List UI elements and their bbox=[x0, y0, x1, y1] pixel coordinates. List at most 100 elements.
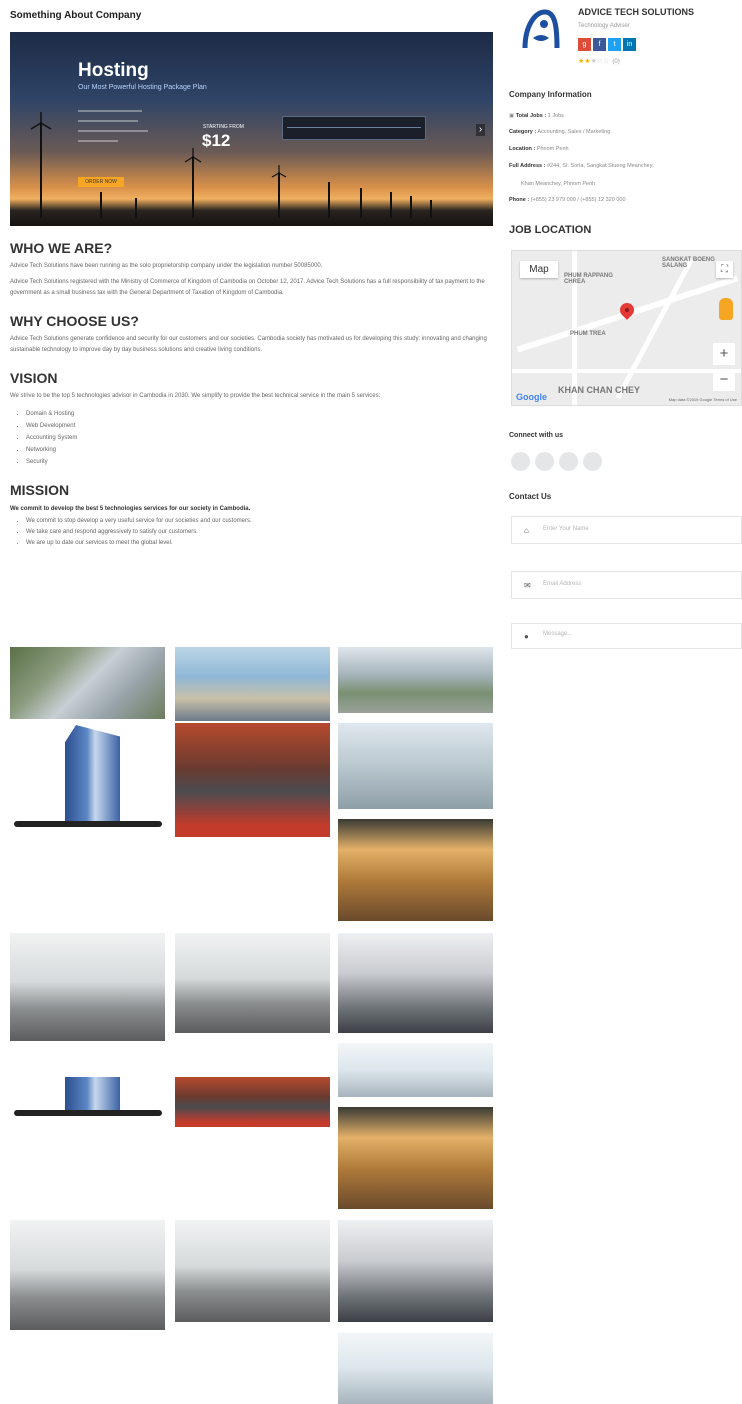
gallery-photo-office-2[interactable] bbox=[175, 933, 330, 1033]
linkedin-circle-icon[interactable] bbox=[559, 452, 578, 471]
gallery-photo-cafe-2[interactable] bbox=[338, 1107, 493, 1209]
briefcase-icon: ▣ bbox=[509, 113, 516, 119]
hero-feature-line bbox=[78, 130, 148, 132]
company-name: ADVICE TECH SOLUTIONS bbox=[578, 7, 695, 17]
google-logo: Google bbox=[516, 392, 547, 402]
advice-tech-logo-icon bbox=[522, 9, 560, 49]
order-now-button[interactable]: ORDER NOW bbox=[78, 177, 124, 187]
list-item: We take care and respond aggressively to… bbox=[26, 527, 493, 538]
gallery-photo-tower-2[interactable] bbox=[10, 1077, 165, 1117]
twitter-icon[interactable]: t bbox=[608, 38, 621, 51]
map-footer[interactable]: Map data ©2019 Google Terms of Use bbox=[669, 397, 737, 402]
map-label: PHUM RAPPANG CHREA bbox=[564, 273, 613, 285]
turbine bbox=[430, 200, 432, 218]
connect-title: Connect with us bbox=[509, 432, 564, 439]
hosting-banner[interactable]: Hosting Our Most Powerful Hosting Packag… bbox=[10, 32, 493, 226]
location-label: Location : bbox=[509, 146, 536, 152]
twitter-circle-icon[interactable] bbox=[535, 452, 554, 471]
mission-list: We commit to stop develop a very useful … bbox=[10, 516, 493, 549]
location-value: Phnom Penh bbox=[535, 146, 569, 152]
gallery-photo-plaza[interactable] bbox=[338, 647, 493, 713]
tower-building bbox=[65, 1077, 120, 1111]
gallery-photo-team-2[interactable] bbox=[338, 1220, 493, 1322]
trees bbox=[14, 1110, 162, 1116]
google-circle-icon[interactable] bbox=[583, 452, 602, 471]
email-placeholder: Email Address bbox=[543, 581, 582, 587]
mission-lead: We commit to develop the best 5 technolo… bbox=[10, 506, 251, 512]
gallery-photo-office[interactable] bbox=[10, 933, 165, 1041]
map-type-button[interactable]: Map bbox=[520, 261, 558, 278]
list-item: Security bbox=[26, 456, 493, 468]
list-item: Web Development bbox=[26, 420, 493, 432]
vision-heading: VISION bbox=[10, 370, 58, 386]
turbine bbox=[328, 182, 330, 218]
google-plus-icon[interactable]: g bbox=[578, 38, 591, 51]
message-field[interactable]: ● Message... bbox=[511, 623, 742, 649]
info-phone: Phone : (+855) 23 979 000 / (+855) 12 32… bbox=[509, 196, 742, 204]
zoom-in-icon[interactable]: + bbox=[713, 343, 735, 365]
list-item: We commit to stop develop a very useful … bbox=[26, 516, 493, 527]
info-address: Full Address : #244, St. Sorla, Sangkat … bbox=[509, 162, 742, 170]
name-placeholder: Enter Your Name bbox=[543, 526, 589, 532]
gallery-photo-open-office-2[interactable] bbox=[338, 1333, 493, 1404]
turbine bbox=[135, 198, 137, 218]
star-icon: ☆ bbox=[603, 58, 610, 65]
facebook-icon[interactable]: f bbox=[593, 38, 606, 51]
gallery-photo-tower[interactable] bbox=[10, 725, 165, 829]
category-label: Category : bbox=[509, 129, 537, 135]
contact-title: Contact Us bbox=[509, 492, 552, 501]
home-icon: ⌂ bbox=[524, 526, 529, 535]
turbine bbox=[271, 165, 287, 218]
section-title: Something About Company bbox=[10, 10, 142, 21]
turbine-blades-icon bbox=[184, 148, 202, 163]
slider-dots[interactable] bbox=[242, 216, 256, 226]
gallery-photo-team[interactable] bbox=[338, 933, 493, 1033]
why-paragraph: Advice Tech Solutions generate confidenc… bbox=[10, 336, 487, 353]
gallery-photo-office-3[interactable] bbox=[10, 1220, 165, 1330]
vision-paragraph: We strive to be the top 5 technologies a… bbox=[10, 393, 381, 399]
turbine bbox=[30, 112, 52, 218]
list-item: Domain & Hosting bbox=[26, 408, 493, 420]
address-value: #244, St. Sorla, Sangkat Stueng Meanchey… bbox=[545, 163, 654, 169]
linkedin-icon[interactable]: in bbox=[623, 38, 636, 51]
turbine bbox=[100, 192, 102, 218]
name-field[interactable]: ⌂ Enter Your Name bbox=[511, 516, 742, 544]
turbine bbox=[184, 148, 202, 218]
rating-count: (0) bbox=[612, 59, 620, 65]
category-value: Accounting, Sales / Marketing bbox=[536, 129, 611, 135]
social-links: g f t in bbox=[578, 38, 638, 56]
email-field[interactable]: ✉ Email Address bbox=[511, 571, 742, 599]
slider-next-arrow-icon[interactable]: › bbox=[476, 124, 485, 136]
info-address-line-2: Khan Meanchey, Phnom Penh bbox=[521, 181, 596, 187]
total-jobs-value: 1 Jobs bbox=[546, 113, 564, 119]
gallery-photo-cafe[interactable] bbox=[338, 819, 493, 921]
zoom-out-icon[interactable]: − bbox=[713, 369, 735, 391]
gallery-photo-lobby[interactable] bbox=[175, 647, 330, 721]
list-item: We are up to date our services to meet t… bbox=[26, 538, 493, 549]
gallery-photo-aerial[interactable] bbox=[10, 647, 165, 719]
envelope-icon: ✉ bbox=[524, 581, 531, 590]
message-placeholder: Message... bbox=[543, 631, 573, 637]
why-heading: WHY CHOOSE US? bbox=[10, 313, 139, 329]
gallery-photo-garage[interactable] bbox=[175, 723, 330, 837]
turbine bbox=[410, 196, 412, 218]
total-jobs-label: Total Jobs : bbox=[515, 113, 547, 119]
info-category: Category : Accounting, Sales / Marketing bbox=[509, 128, 742, 136]
company-about-column: Something About Company Hosting Our Most… bbox=[10, 0, 493, 549]
gallery-photo-office-4[interactable] bbox=[175, 1220, 330, 1322]
gallery-photo-open-office[interactable] bbox=[338, 1043, 493, 1097]
list-item: Networking bbox=[26, 444, 493, 456]
hero-feature-line bbox=[78, 110, 142, 112]
job-location-map[interactable]: SANGKAT BOENG SALANG PHUM RAPPANG CHREA … bbox=[511, 250, 742, 406]
company-logo bbox=[517, 6, 561, 52]
hero-feature-line bbox=[78, 140, 118, 142]
gallery-photo-atrium[interactable] bbox=[338, 723, 493, 809]
photo-gallery bbox=[10, 647, 493, 1404]
fullscreen-icon[interactable]: ⛶ bbox=[716, 261, 733, 278]
turbine bbox=[390, 192, 392, 218]
facebook-circle-icon[interactable] bbox=[511, 452, 530, 471]
tower-building bbox=[65, 725, 120, 821]
street-view-pegman-icon[interactable] bbox=[719, 298, 733, 320]
gallery-photo-garage-2[interactable] bbox=[175, 1077, 330, 1127]
turbine bbox=[360, 188, 362, 218]
